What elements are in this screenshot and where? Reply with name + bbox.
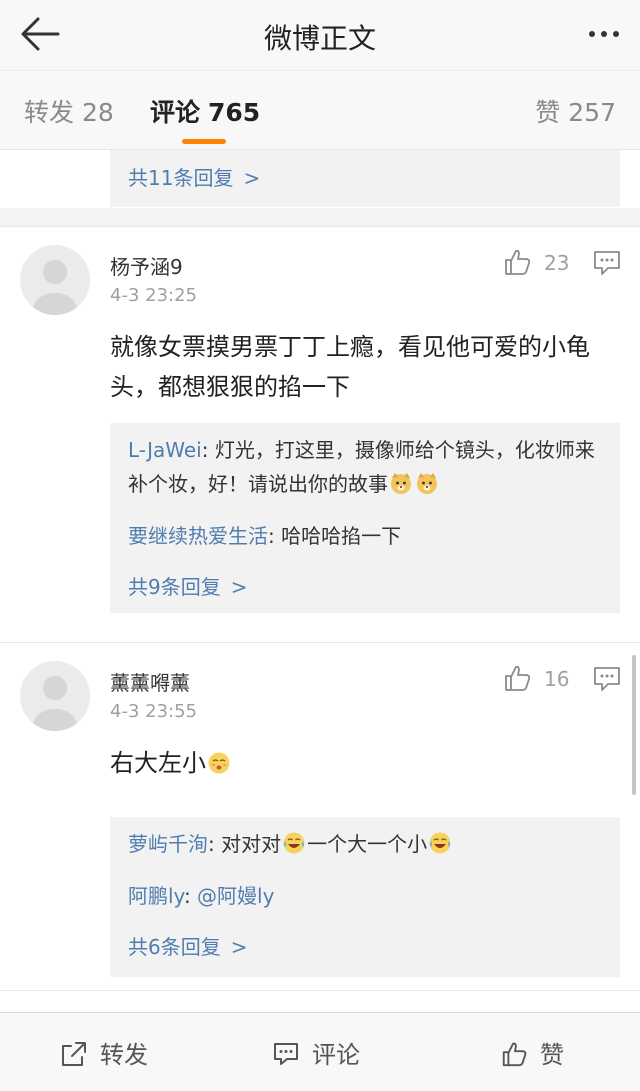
reply-separator: : <box>208 832 222 856</box>
tab-comments[interactable]: 评论 765 <box>150 93 260 129</box>
avatar-placeholder-icon <box>33 676 77 731</box>
comment-label: 评论 <box>312 1041 360 1069</box>
laugh-cry-emoji-icon <box>283 832 305 854</box>
reply-separator: : <box>183 884 198 908</box>
comment-item: 薰薰嘚薰 4-3 23:55 16 右大左小 萝屿千洵: 对对对 一个大一个小 阿… <box>0 642 640 991</box>
comment-username[interactable]: 杨予涵9 <box>110 251 183 280</box>
reply-line: 阿鹏ly: @阿嫚ly <box>128 879 604 913</box>
top-nav-bar: 微博正文 <box>0 0 640 71</box>
like-count: 23 <box>544 251 570 275</box>
comment-text-body: 右大左小 <box>110 749 206 777</box>
repost-button[interactable]: 转发 <box>60 1035 148 1070</box>
thumbs-up-icon <box>502 1042 527 1067</box>
thumbs-up-icon[interactable] <box>502 247 532 277</box>
more-replies-label: 共9条回复 <box>128 575 221 599</box>
doge-emoji-icon <box>391 473 411 494</box>
doge-emoji-icon <box>417 473 437 494</box>
reply-box: 萝屿千洵: 对对对 一个大一个小 阿鹏ly: @阿嫚ly 共6条回复 > <box>110 817 620 977</box>
bottom-action-bar: 转发 评论 赞 <box>0 1012 640 1091</box>
tab-label: 转发 <box>24 98 75 127</box>
laugh-cry-emoji-icon <box>429 832 451 854</box>
repost-label: 转发 <box>100 1041 148 1069</box>
more-replies-link[interactable]: 共9条回复 > <box>128 571 248 600</box>
mention-link[interactable]: @阿嫚ly <box>197 884 274 908</box>
avatar[interactable] <box>20 245 90 315</box>
face-emoji-icon <box>208 752 230 774</box>
chevron-right-icon: > <box>243 166 261 190</box>
partial-comment: 共11条回复 > <box>0 150 640 208</box>
like-label: 赞 <box>540 1041 564 1069</box>
reply-separator: : <box>201 438 215 462</box>
comment-timestamp: 4-3 23:25 <box>110 285 197 306</box>
more-dots-icon[interactable] <box>584 22 624 46</box>
scrollbar[interactable] <box>632 655 636 795</box>
comment-item: 杨予涵9 4-3 23:25 23 就像女票摸男票丁丁上瘾，看见他可爱的小龟头，… <box>0 226 640 643</box>
reply-author[interactable]: 要继续热爱生活 <box>128 524 268 548</box>
tab-count: 257 <box>568 98 616 127</box>
tab-reposts[interactable]: 转发 28 <box>24 93 114 129</box>
like-count: 16 <box>544 667 570 691</box>
thumbs-up-icon[interactable] <box>502 663 532 693</box>
reply-text: 哈哈哈掐一下 <box>281 524 402 548</box>
comment-list: 共11条回复 > 杨予涵9 4-3 23:25 23 就像女票摸男票丁丁上瘾，看见… <box>0 150 640 1012</box>
more-replies-label: 共11条回复 <box>128 166 234 190</box>
reply-icon[interactable] <box>592 665 622 693</box>
reply-text: 对对对 <box>221 832 282 856</box>
tab-likes[interactable]: 赞 257 <box>535 93 616 129</box>
comment-text: 就像女票摸男票丁丁上瘾，看见他可爱的小龟头，都想狠狠的掐一下 <box>110 333 590 401</box>
repost-icon <box>62 1042 86 1066</box>
comment-text: 右大左小 <box>110 743 618 783</box>
tab-count: 28 <box>82 98 114 127</box>
more-replies-link[interactable]: 共11条回复 > <box>128 162 260 191</box>
comment-button[interactable]: 评论 <box>272 1035 360 1070</box>
reply-line: 要继续热爱生活: 哈哈哈掐一下 <box>128 519 604 553</box>
next-comment-edge <box>0 990 640 1012</box>
more-replies-label: 共6条回复 <box>128 935 221 959</box>
active-tab-indicator <box>182 139 226 144</box>
like-button[interactable]: 赞 <box>500 1035 564 1070</box>
comment-timestamp: 4-3 23:55 <box>110 701 197 722</box>
reply-box: 共11条回复 > <box>110 150 620 207</box>
reply-author[interactable]: L-JaWei <box>128 438 202 462</box>
comment-username[interactable]: 薰薰嘚薰 <box>110 667 190 696</box>
tab-label: 赞 <box>535 98 561 127</box>
reply-line: L-JaWei: 灯光，打这里，摄像师给个镜头，化妆师来补个妆，好！请说出你的故… <box>128 433 604 501</box>
page-title: 微博正文 <box>263 22 376 55</box>
reply-author[interactable]: 阿鹏ly <box>128 884 184 908</box>
reply-box: L-JaWei: 灯光，打这里，摄像师给个镜头，化妆师来补个妆，好！请说出你的故… <box>110 423 620 613</box>
reply-icon[interactable] <box>592 249 622 277</box>
comment-icon <box>274 1043 298 1065</box>
reply-text: 一个大一个小 <box>307 832 428 856</box>
avatar[interactable] <box>20 661 90 731</box>
reply-author[interactable]: 萝屿千洵 <box>128 832 208 856</box>
tab-label: 评论 <box>150 98 201 127</box>
chevron-right-icon: > <box>230 575 248 599</box>
reply-line: 萝屿千洵: 对对对 一个大一个小 <box>128 827 604 861</box>
reply-separator: : <box>268 524 282 548</box>
avatar-placeholder-icon <box>33 260 77 315</box>
tab-bar: 转发 28 评论 765 赞 257 <box>0 71 640 150</box>
more-replies-link[interactable]: 共6条回复 > <box>128 931 248 960</box>
tab-count: 765 <box>208 98 261 127</box>
chevron-right-icon: > <box>230 935 248 959</box>
